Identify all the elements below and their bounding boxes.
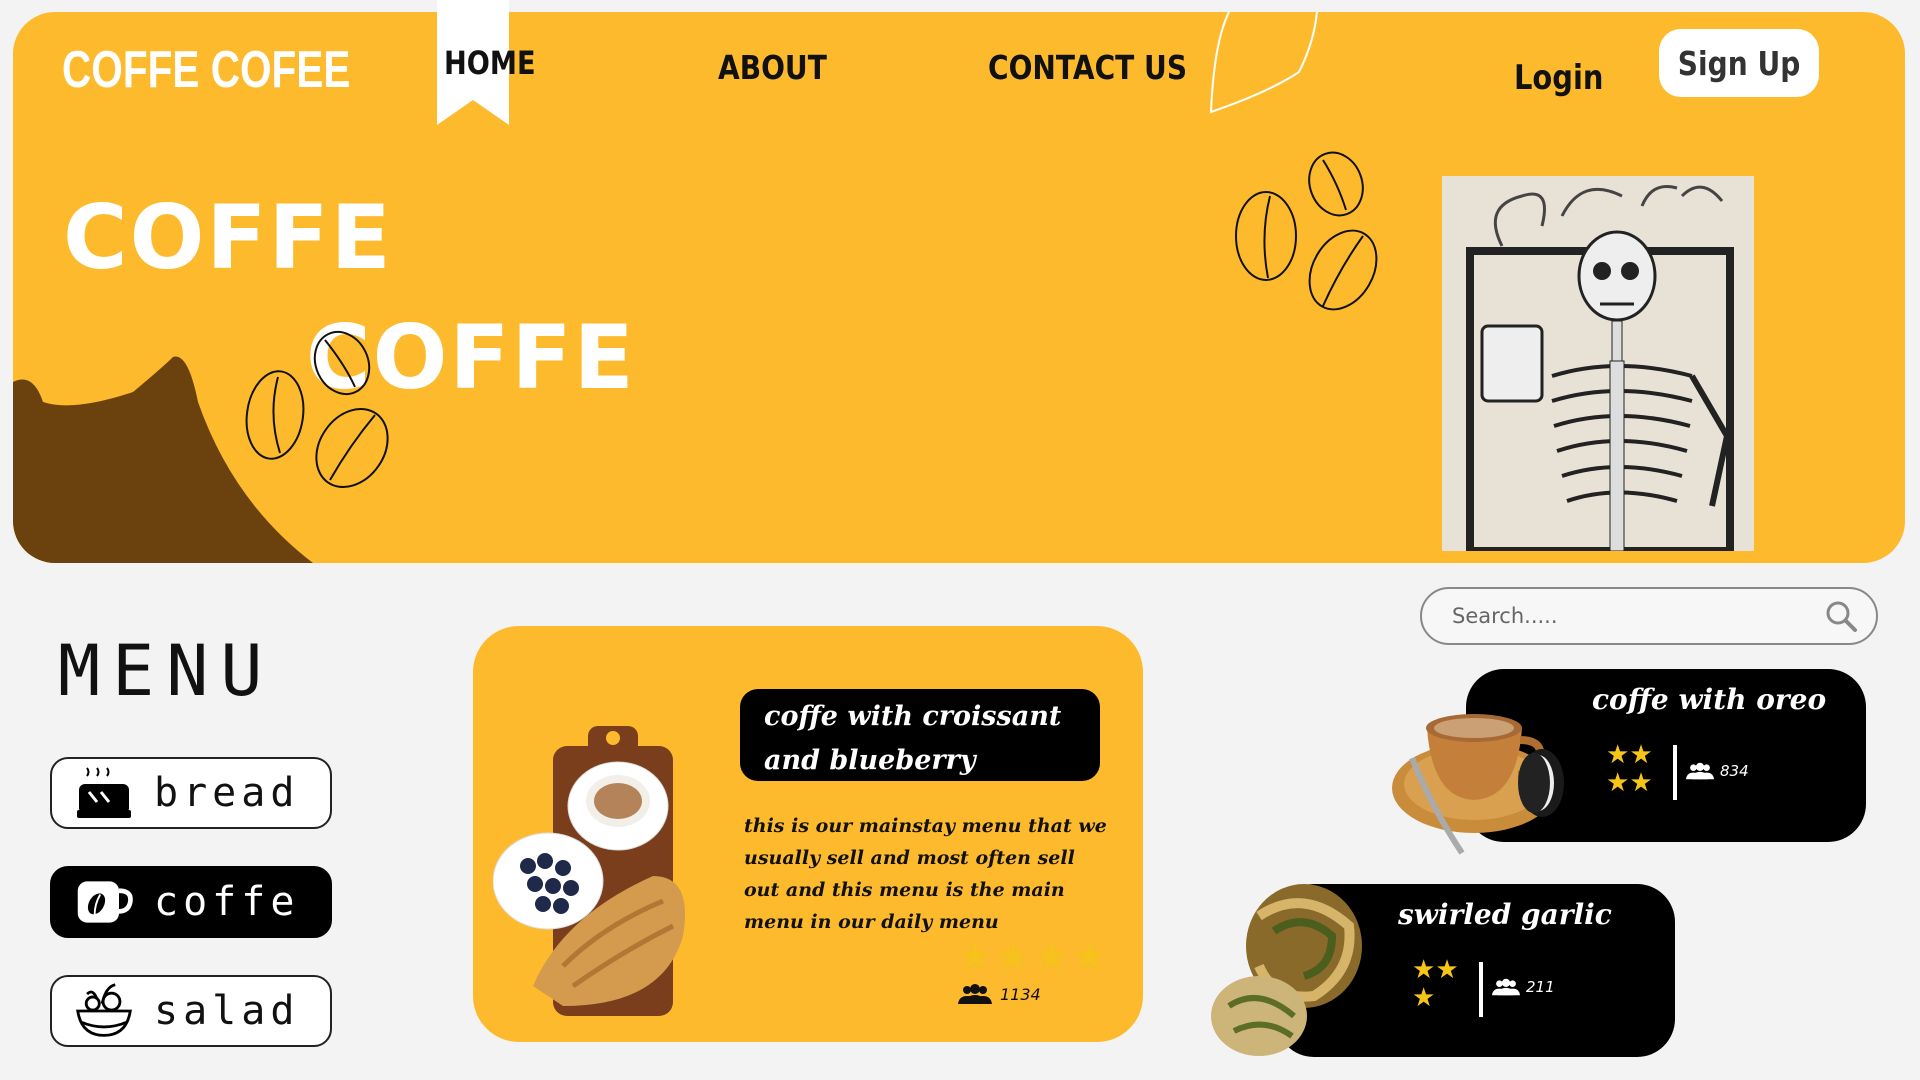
featured-description: this is our mainstay menu that we usuall… bbox=[744, 815, 1107, 933]
brand-logo[interactable]: COFFE COFEE bbox=[62, 40, 350, 100]
item-review-count: 834 bbox=[1686, 762, 1749, 780]
category-label: bread bbox=[154, 770, 300, 816]
coffee-beans-icon bbox=[1235, 151, 1378, 311]
featured-review-count: 1134 bbox=[958, 984, 1041, 1004]
star-icon: ★ bbox=[996, 934, 1031, 978]
coffee-oreo-image bbox=[1392, 714, 1564, 855]
star-icon: ★ bbox=[1412, 983, 1436, 1013]
nav-home[interactable]: HOME bbox=[444, 44, 536, 82]
users-icon bbox=[1686, 762, 1714, 780]
coffee-beans-icon bbox=[245, 330, 389, 488]
salad-bowl-icon bbox=[74, 983, 134, 1039]
croissant-blueberry-image bbox=[493, 726, 685, 1016]
category-label: coffe bbox=[154, 879, 300, 925]
star-icon: ★ bbox=[958, 934, 993, 978]
search-bar[interactable] bbox=[1420, 587, 1878, 645]
login-link[interactable]: Login bbox=[1514, 58, 1603, 98]
item-title: swirled garlic bbox=[1398, 898, 1612, 931]
users-icon bbox=[958, 984, 992, 1004]
star-icon: ★ bbox=[1629, 740, 1653, 770]
nav-about[interactable]: ABOUT bbox=[718, 48, 827, 87]
users-icon bbox=[1492, 978, 1520, 996]
category-label: salad bbox=[154, 988, 300, 1034]
star-icon: ★ bbox=[1606, 768, 1630, 798]
star-icon: ★ bbox=[1606, 740, 1630, 770]
star-icon: ★ bbox=[1034, 934, 1069, 978]
nav-contact-us[interactable]: CONTACT US bbox=[988, 48, 1187, 87]
signup-button[interactable]: Sign Up bbox=[1659, 29, 1819, 97]
swirled-garlic-bread-image bbox=[1211, 884, 1362, 1056]
item-review-count: 211 bbox=[1492, 978, 1555, 996]
menu-heading: MENU bbox=[58, 630, 275, 712]
skeleton-coffee-poster bbox=[1442, 176, 1754, 555]
star-icon: ★ bbox=[1435, 955, 1459, 985]
featured-title: coffe with croissant and blueberry bbox=[740, 689, 1100, 781]
featured-rating: ★ ★ ★ ★ bbox=[958, 937, 1106, 975]
search-icon[interactable] bbox=[1824, 599, 1858, 633]
star-icon: ★ bbox=[1629, 768, 1653, 798]
category-bread[interactable]: bread bbox=[50, 757, 332, 829]
divider bbox=[1479, 962, 1483, 1017]
star-icon: ★ bbox=[1412, 955, 1436, 985]
item-rating: ★★ ★★ bbox=[1606, 741, 1658, 797]
leaf-outline-decoration bbox=[1209, 12, 1318, 114]
search-input[interactable] bbox=[1452, 604, 1824, 628]
divider bbox=[1673, 745, 1677, 800]
signup-button-label: Sign Up bbox=[1677, 43, 1801, 83]
coffee-cup-icon bbox=[74, 874, 134, 930]
category-coffe[interactable]: coffe bbox=[50, 866, 332, 938]
review-count: 834 bbox=[1720, 762, 1749, 780]
category-salad[interactable]: salad bbox=[50, 975, 332, 1047]
item-title: coffe with oreo bbox=[1592, 683, 1827, 716]
bread-icon bbox=[74, 765, 134, 821]
review-count: 211 bbox=[1526, 978, 1555, 996]
item-rating: ★★ ★ bbox=[1412, 956, 1464, 1012]
review-count: 1134 bbox=[1000, 984, 1041, 1004]
star-icon: ★ bbox=[1072, 934, 1107, 978]
hero-title-line1: COFFE bbox=[63, 186, 393, 289]
